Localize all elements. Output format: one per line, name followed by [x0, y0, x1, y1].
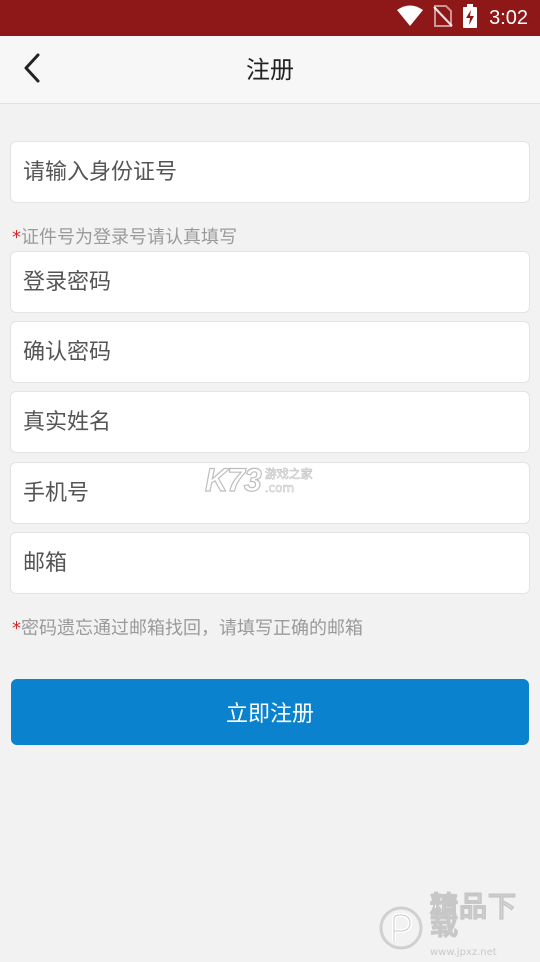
nav-bar: 注册 — [0, 36, 540, 104]
register-button[interactable]: 立即注册 — [11, 679, 529, 745]
wifi-icon — [397, 5, 424, 31]
confirm-password-input[interactable] — [11, 322, 529, 382]
email-field[interactable] — [10, 532, 530, 594]
id-number-input[interactable] — [11, 142, 529, 202]
status-icons: 3:02 — [397, 0, 528, 36]
password-field[interactable] — [10, 251, 530, 313]
required-marker: * — [12, 227, 21, 248]
real-name-input[interactable] — [11, 392, 529, 452]
phone-field[interactable] — [10, 462, 530, 524]
email-input[interactable] — [11, 533, 529, 593]
status-time: 3:02 — [489, 6, 528, 29]
corner-watermark-title: 精品下载 — [430, 890, 518, 941]
password-input[interactable] — [11, 252, 529, 312]
id-number-field[interactable] — [10, 141, 530, 203]
status-bar: 3:02 — [0, 0, 540, 36]
no-sim-icon — [433, 4, 453, 32]
corner-watermark-text: 精品下载 www.jpxz.net — [430, 890, 540, 962]
confirm-password-field[interactable] — [10, 321, 530, 383]
id-number-note-text: 证件号为登录号请认真填写 — [21, 227, 237, 248]
required-marker: * — [12, 618, 21, 639]
phone-input[interactable] — [11, 463, 529, 523]
jpxz-logo-icon — [378, 905, 424, 955]
battery-charging-icon — [463, 4, 478, 32]
email-note-text: 密码遗忘通过邮箱找回，请填写正确的邮箱 — [21, 618, 363, 639]
real-name-field[interactable] — [10, 391, 530, 453]
back-button[interactable] — [10, 46, 54, 94]
corner-watermark-url: www.jpxz.net — [430, 947, 497, 958]
id-number-note: *证件号为登录号请认真填写 — [12, 223, 237, 249]
corner-watermark: 精品下载 www.jpxz.net — [378, 890, 540, 962]
email-note: *密码遗忘通过邮箱找回，请填写正确的邮箱 — [12, 614, 363, 640]
page-title: 注册 — [246, 56, 294, 84]
chevron-left-icon — [22, 52, 42, 88]
